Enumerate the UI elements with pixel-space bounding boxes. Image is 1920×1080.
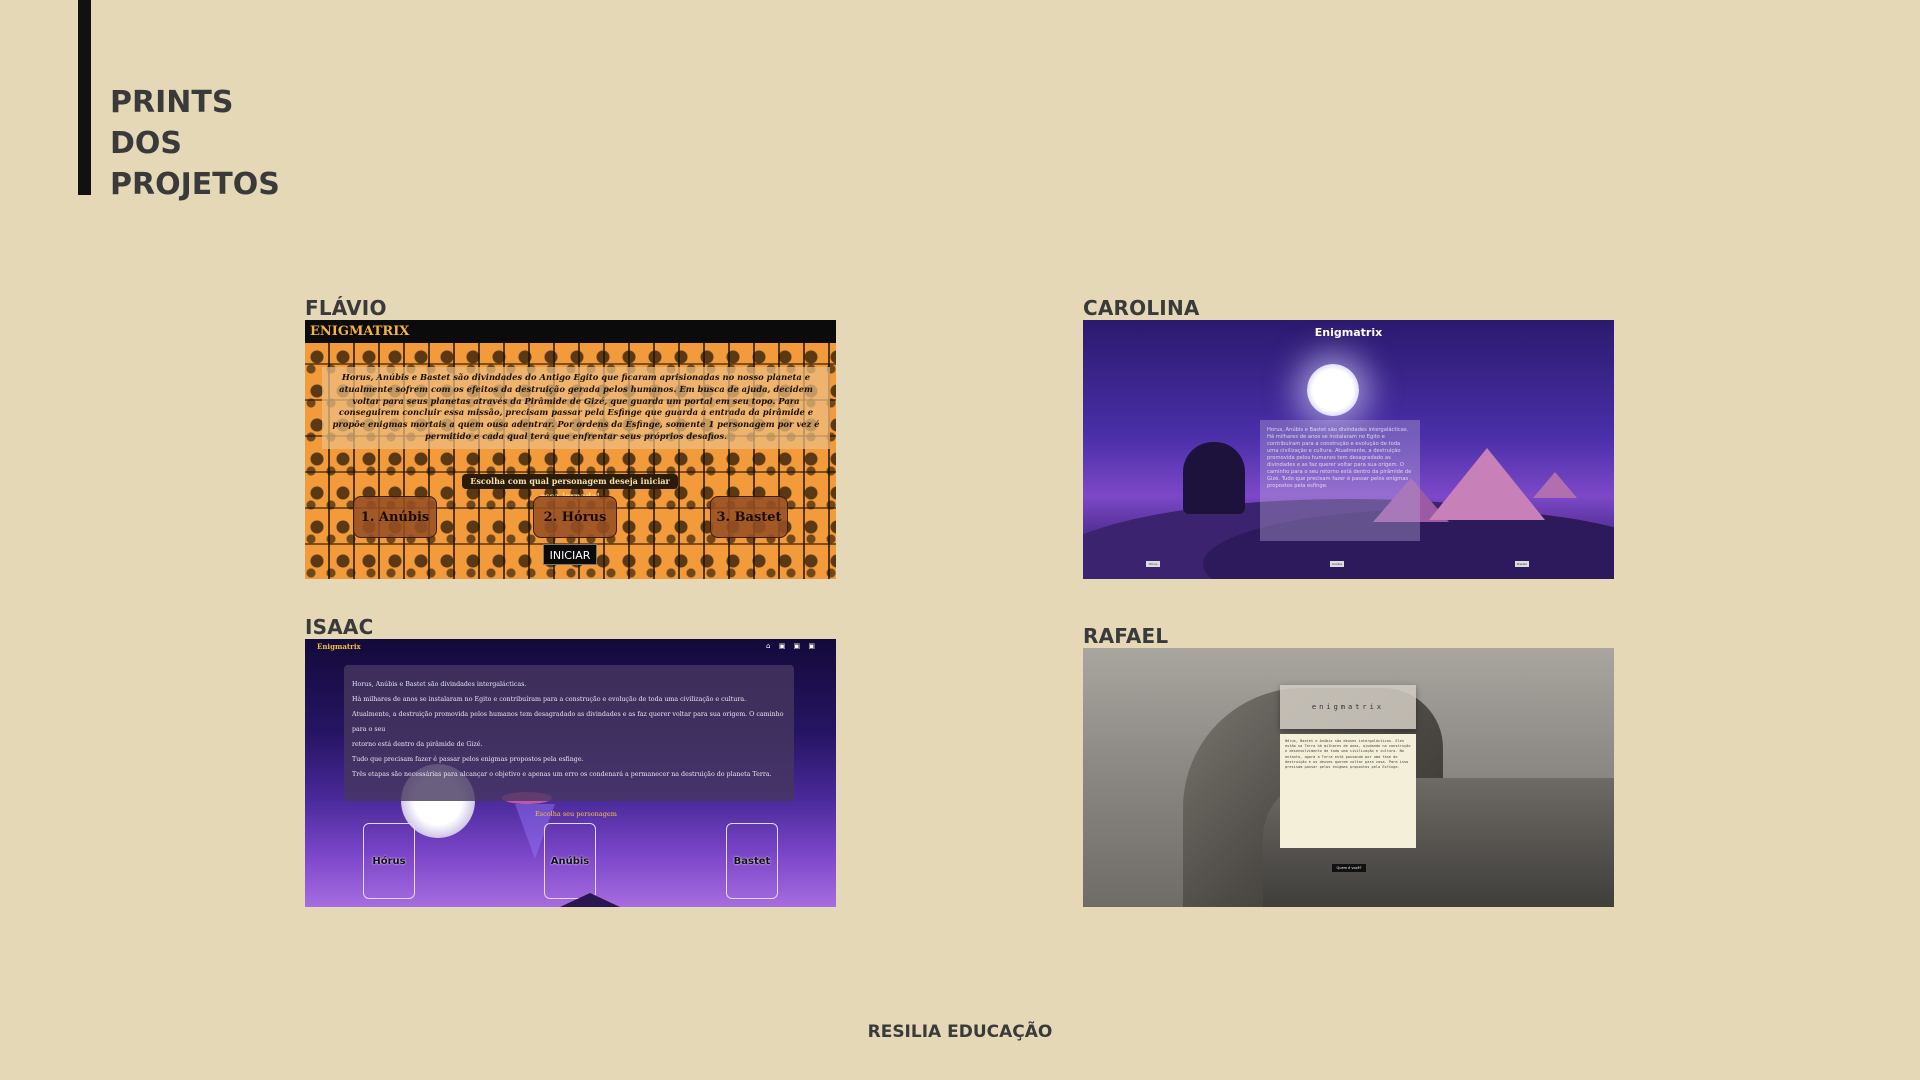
- isaac-nav-icons[interactable]: ⌂ ▣ ▣ ▣: [766, 642, 818, 650]
- isaac-story-line: Três etapas são necessárias para alcança…: [352, 771, 772, 778]
- carolina-button-horus[interactable]: Hórus: [1146, 561, 1160, 567]
- accent-bar: [78, 0, 91, 195]
- page-title-line-3: PROJETOS: [110, 167, 280, 202]
- carolina-title: Enigmatrix: [1314, 326, 1383, 339]
- carolina-story-text: Horus, Anúbis e Bastet são divindades in…: [1260, 420, 1420, 541]
- rafael-story-text: Hórus, Bastet e Anúbis são deuses interg…: [1280, 734, 1416, 848]
- screenshot-flavio: ENIGMATRIX Horus, Anúbis e Bastet são di…: [305, 320, 836, 579]
- footer-brand: RESILIA EDUCAÇÃO: [867, 1022, 1053, 1042]
- isaac-story-line: retorno está dentro da pirâmide de Gizé.: [352, 741, 483, 748]
- flavio-character-button-bastet[interactable]: 3. Bastet: [710, 496, 788, 538]
- flavio-story-text: Horus, Anúbis e Bastet são divindades do…: [322, 367, 830, 449]
- isaac-story-line: Atualmente, a destruição promovida pelos…: [352, 711, 784, 733]
- page-title: PRINTS DOS PROJETOS: [110, 82, 280, 205]
- isaac-story-line: Tudo que precisam fazer é passar pelos e…: [352, 756, 584, 763]
- isaac-choose-prompt: Escolha seu personagem: [535, 810, 617, 818]
- flavio-brand: ENIGMATRIX: [305, 320, 836, 343]
- screenshot-rafael: enigmatrix Hórus, Bastet e Anúbis são de…: [1083, 648, 1614, 907]
- moon-image: [1307, 364, 1359, 416]
- carolina-button-anubis[interactable]: Anúbis: [1330, 561, 1344, 567]
- isaac-story-line: Horus, Anúbis e Bastet são divindades in…: [352, 681, 527, 688]
- isaac-character-card-bastet[interactable]: Bastet: [726, 823, 778, 899]
- card-label-rafael: RAFAEL: [1083, 624, 1169, 648]
- isaac-story-panel: Horus, Anúbis e Bastet são divindades in…: [344, 665, 794, 801]
- card-label-flavio: FLÁVIO: [305, 296, 387, 320]
- pyramid-image: [1429, 448, 1545, 520]
- flavio-start-button[interactable]: INICIAR: [543, 544, 597, 565]
- rafael-title: enigmatrix: [1280, 685, 1416, 729]
- isaac-character-card-horus[interactable]: Hórus: [363, 823, 415, 899]
- card-label-isaac: ISAAC: [305, 615, 374, 639]
- page-title-line-2: DOS: [110, 126, 183, 161]
- flavio-character-button-anubis[interactable]: 1. Anúbis: [353, 496, 437, 538]
- screenshot-carolina: Enigmatrix Horus, Anúbis e Bastet são di…: [1083, 320, 1614, 579]
- isaac-brand: Enigmatrix: [317, 642, 361, 651]
- isaac-character-card-anubis[interactable]: Anúbis: [544, 823, 596, 899]
- camel-rider-silhouette: [1183, 442, 1245, 514]
- pyramid-image: [1533, 472, 1577, 498]
- rafael-start-button[interactable]: Quem é você?: [1332, 864, 1366, 872]
- pyramid-image: [560, 893, 620, 907]
- flavio-character-button-horus[interactable]: 2. Hórus: [533, 496, 617, 538]
- page-title-line-1: PRINTS: [110, 85, 234, 120]
- card-label-carolina: CAROLINA: [1083, 296, 1200, 320]
- carolina-button-bastet[interactable]: Bastet: [1515, 561, 1529, 567]
- flavio-character-prompt: Escolha com qual personagem deseja inici…: [462, 474, 678, 501]
- screenshot-isaac: Enigmatrix ⌂ ▣ ▣ ▣ Horus, Anúbis e Baste…: [305, 639, 836, 907]
- isaac-story-line: Há milhares de anos se instalaram no Egi…: [352, 696, 747, 703]
